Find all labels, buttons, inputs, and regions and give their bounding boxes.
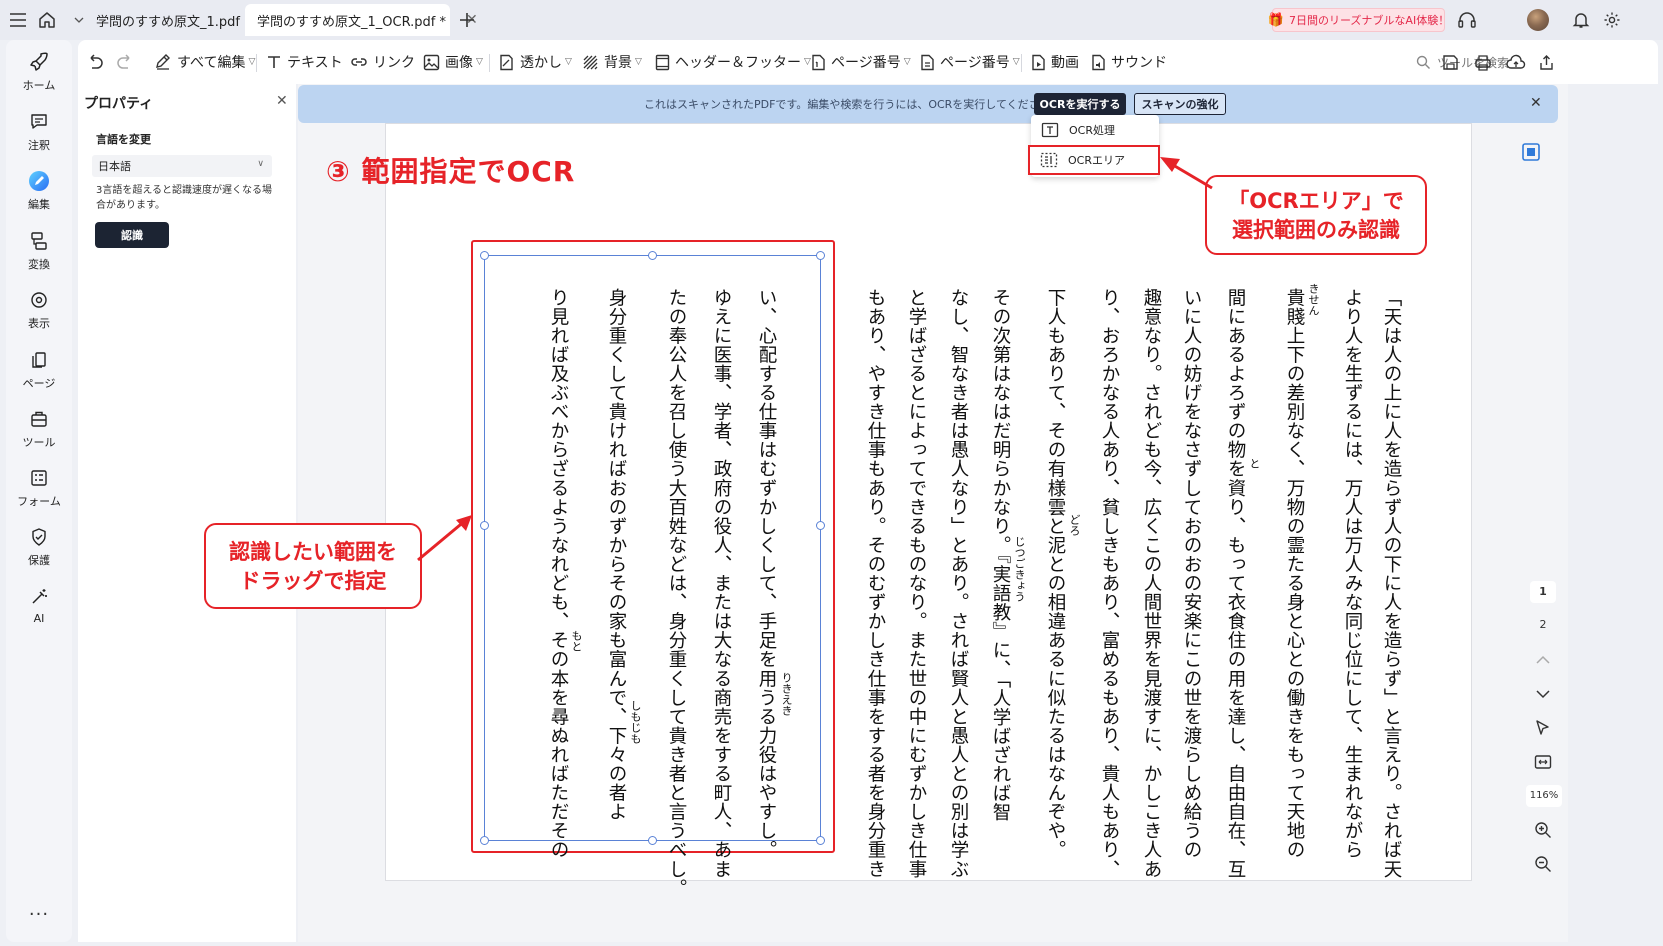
text-column: 趣意なり。されども今、広くこの人間世界を見渡すに、かしこき人あ [1141,288,1162,879]
ruby-text: と [1248,458,1261,469]
text-column: ゆえに医事、学者、政府の役人、または大なる商売をする町人、あま [711,288,732,879]
resize-handle[interactable] [816,521,825,530]
fit-width-icon[interactable] [1531,750,1555,774]
ruby-text: もと [570,630,583,652]
text-column: たの奉公人を召し使う大百姓などは、身分重くして貴き者と言うべし。 [666,288,687,898]
text-column: と学ばざるとによってできるものなり。また世の中にむずかしき仕事 [906,288,927,879]
page-1-indicator[interactable]: 1 [1530,581,1556,603]
page-thumbnail-icon[interactable] [1519,140,1543,164]
text-column: い、心配する仕事はむずかしくして、手足を用うる力役はやすし。 [756,288,777,860]
ruby-text: じつごきょう [1013,536,1026,602]
text-column: り、おろかなる人あり、貧しきもあり、富めるもあり、貴人もあり、 [1099,288,1120,879]
resize-handle[interactable] [480,251,489,260]
text-column: 貴賤上下の差別なく、万物の霊たる身と心との働きをもって天地の [1284,288,1305,860]
ruby-text: どろ [1068,514,1081,536]
zoom-in-icon[interactable] [1531,818,1555,842]
text-column: 「天は人の上に人を造らず人の下に人を造らず」と言えり。されば天 [1381,288,1402,879]
text-column: もあり、やすき仕事もあり。そのむずかしき仕事をする者を身分重き [865,288,886,879]
text-column: いに人の妨げをなさずしておのおの安楽にこの世を渡らしめ給うの [1181,288,1202,860]
cursor-select-icon[interactable] [1531,716,1555,740]
ruby-text: りきえき [780,672,793,716]
text-column: 下人もありて、その有様雲と泥との相違あるに似たるはなんぞや。 [1045,288,1066,860]
ruby-text: きせん [1307,283,1320,316]
text-column: り見れば及ぶべからざるようなれども、その本を尋ぬればただその [548,288,569,860]
text-column: より人を生ずるには、万人は万人みな同じ位にして、生まれながら [1342,288,1363,860]
zoom-level[interactable]: 116% [1526,785,1562,807]
chevron-up-icon[interactable] [1531,648,1555,672]
text-column: 身分重くして貴ければおのずからその家も富んで、下々の者よ [606,288,627,822]
resize-handle[interactable] [648,836,657,845]
resize-handle[interactable] [480,521,489,530]
resize-handle[interactable] [816,251,825,260]
page-2-indicator[interactable]: 2 [1530,618,1556,631]
resize-handle[interactable] [648,251,657,260]
ruby-text: しもじも [629,700,642,744]
resize-handle[interactable] [816,836,825,845]
chevron-down-icon[interactable] [1531,682,1555,706]
text-column: なし、智なき者は愚人なり」とあり。されば賢人と愚人との別は学ぶ [948,288,969,879]
resize-handle[interactable] [480,836,489,845]
zoom-out-icon[interactable] [1531,852,1555,876]
text-column: その次第はなはだ明らかなり。『実語教』に、「人学ばざれば智 [990,288,1011,822]
text-column: 間にあるよろずの物を資り、もって衣食住の用を達し、自由自在、互 [1225,288,1246,879]
